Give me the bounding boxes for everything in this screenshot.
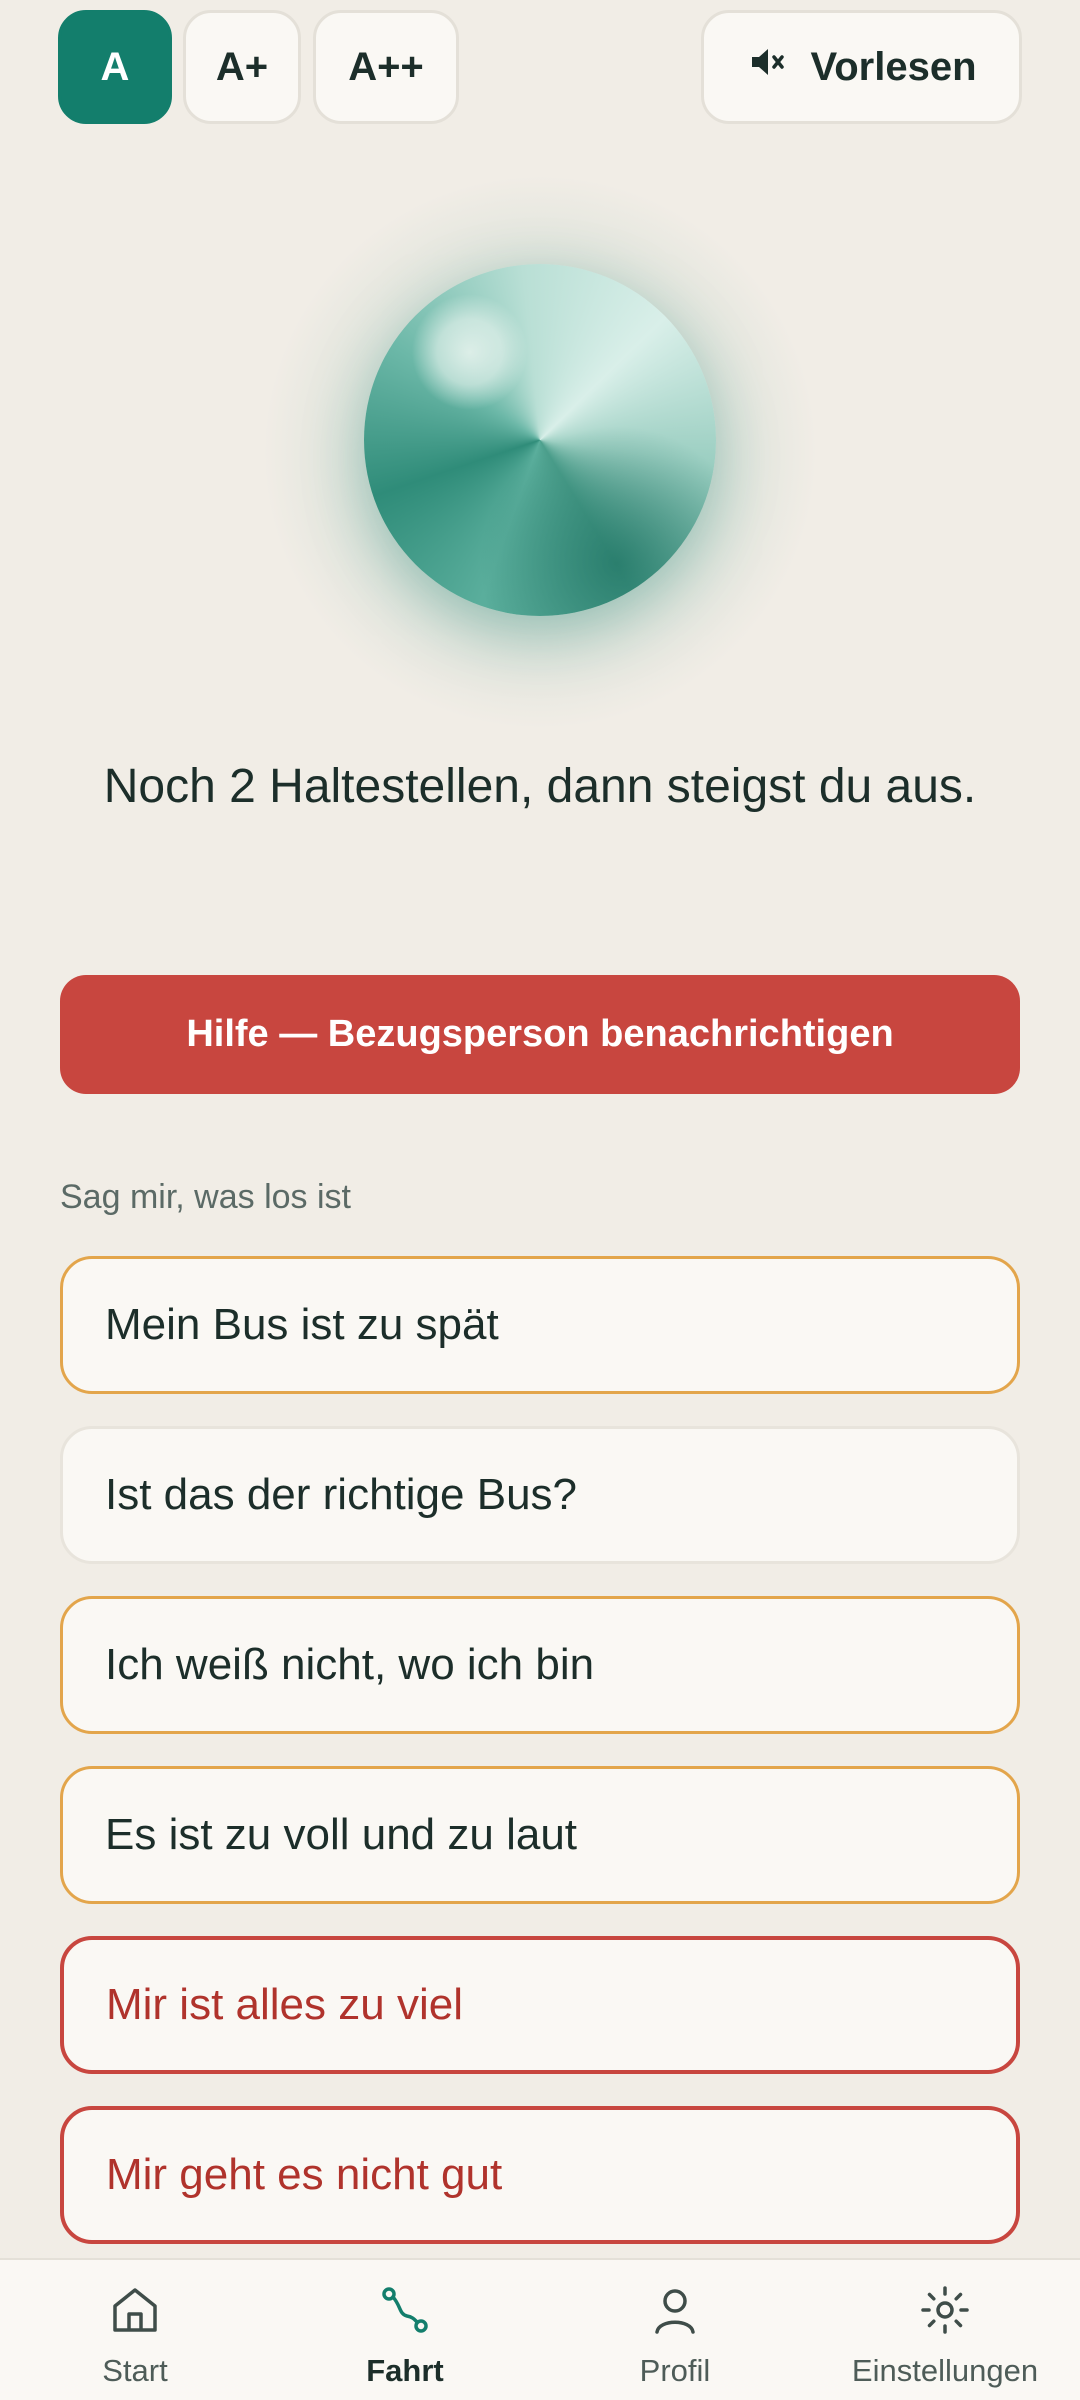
route-icon: [377, 2282, 433, 2343]
font-size-xlarge-button[interactable]: A++: [313, 10, 459, 124]
nav-item-profil[interactable]: Profil: [540, 2260, 810, 2400]
nav-item-fahrt[interactable]: Fahrt: [270, 2260, 540, 2400]
gear-icon: [917, 2282, 973, 2343]
nav-item-start[interactable]: Start: [0, 2260, 270, 2400]
trip-status-message: Noch 2 Haltestellen, dann steigst du aus…: [103, 760, 977, 813]
issue-option-overwhelmed[interactable]: Mir ist alles zu viel: [60, 1936, 1020, 2074]
font-size-large-button[interactable]: A+: [183, 10, 301, 124]
issues-heading: Sag mir, was los ist: [60, 1178, 351, 1216]
issue-option-bus-late[interactable]: Mein Bus ist zu spät: [60, 1256, 1020, 1394]
person-icon: [647, 2282, 703, 2343]
nav-label-profil: Profil: [639, 2353, 711, 2388]
read-aloud-label: Vorlesen: [810, 44, 977, 89]
issue-option-too-crowded[interactable]: Es ist zu voll und zu laut: [60, 1766, 1020, 1904]
nav-label-fahrt: Fahrt: [366, 2353, 444, 2388]
speaker-muted-icon: [747, 42, 787, 92]
status-orb: [364, 264, 716, 616]
read-aloud-button[interactable]: Vorlesen: [701, 10, 1022, 124]
trip-screen: A A+ A++ Vorlesen Noch 2 Haltestellen, d…: [0, 0, 1080, 2400]
bottom-navigation: Start Fahrt Profil Einstellungen: [0, 2258, 1080, 2400]
issue-option-lost[interactable]: Ich weiß nicht, wo ich bin: [60, 1596, 1020, 1734]
nav-item-einstellungen[interactable]: Einstellungen: [810, 2260, 1080, 2400]
issue-option-right-bus[interactable]: Ist das der richtige Bus?: [60, 1426, 1020, 1564]
issue-option-not-well[interactable]: Mir geht es nicht gut: [60, 2106, 1020, 2244]
help-notify-contact-button[interactable]: Hilfe — Bezugsperson benachrichtigen: [60, 975, 1020, 1094]
nav-label-einstellungen: Einstellungen: [851, 2353, 1039, 2388]
nav-label-start: Start: [102, 2353, 168, 2388]
font-size-normal-button[interactable]: A: [58, 10, 172, 124]
home-icon: [107, 2282, 163, 2343]
